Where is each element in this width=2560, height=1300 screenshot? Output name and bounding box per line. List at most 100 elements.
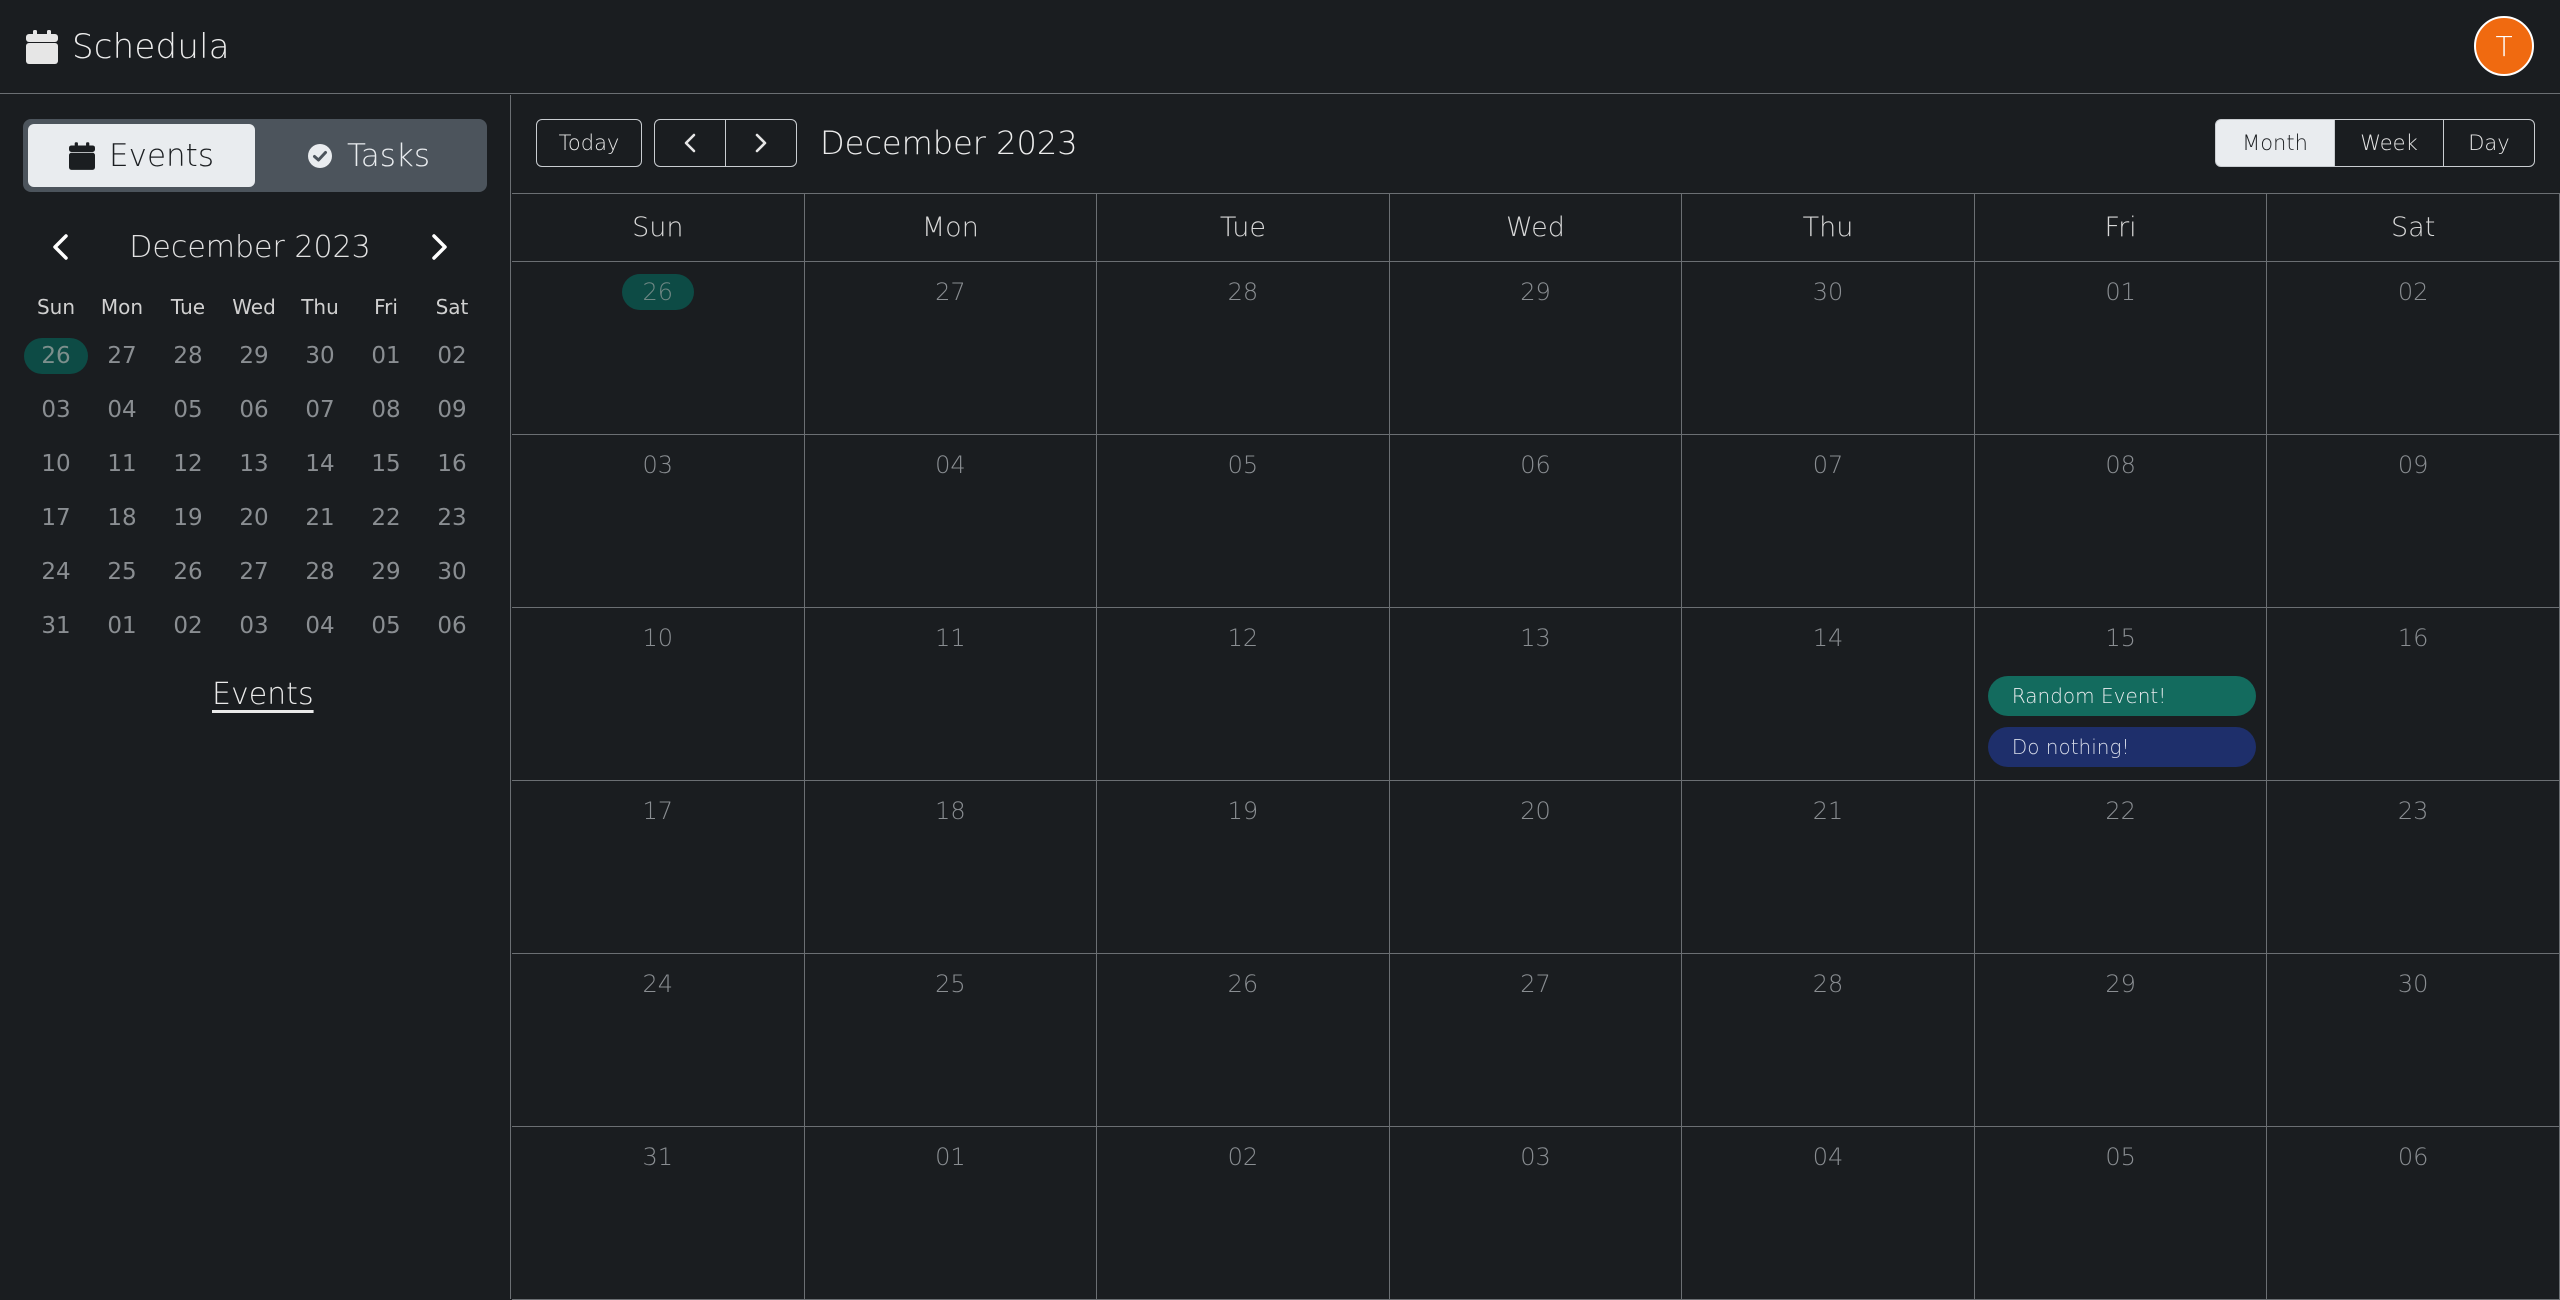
day-cell[interactable]: 06 xyxy=(2267,1127,2560,1299)
mini-day-cell[interactable]: 02 xyxy=(419,329,485,383)
mini-day-cell[interactable]: 23 xyxy=(419,491,485,545)
mini-day-cell[interactable]: 01 xyxy=(89,599,155,653)
mini-day-cell[interactable]: 29 xyxy=(353,545,419,599)
day-cell[interactable]: 15 Random Event! Do nothing! xyxy=(1975,608,2268,780)
mini-day-cell[interactable]: 27 xyxy=(89,329,155,383)
day-cell[interactable]: 27 xyxy=(1390,954,1683,1126)
day-cell[interactable]: 29 xyxy=(1975,954,2268,1126)
day-cell[interactable]: 02 xyxy=(1097,1127,1390,1299)
day-cell[interactable]: 23 xyxy=(2267,781,2560,953)
day-cell[interactable]: 26 xyxy=(512,262,805,434)
mini-day-cell[interactable]: 06 xyxy=(221,383,287,437)
day-cell[interactable]: 30 xyxy=(2267,954,2560,1126)
mini-day-cell[interactable]: 05 xyxy=(353,599,419,653)
mini-day-cell[interactable]: 22 xyxy=(353,491,419,545)
day-cell[interactable]: 03 xyxy=(1390,1127,1683,1299)
day-cell[interactable]: 14 xyxy=(1682,608,1975,780)
day-cell[interactable]: 04 xyxy=(805,435,1098,607)
mini-day-cell[interactable]: 14 xyxy=(287,437,353,491)
day-cell[interactable]: 25 xyxy=(805,954,1098,1126)
day-cell[interactable]: 03 xyxy=(512,435,805,607)
day-cell[interactable]: 07 xyxy=(1682,435,1975,607)
day-cell[interactable]: 04 xyxy=(1682,1127,1975,1299)
day-cell[interactable]: 24 xyxy=(512,954,805,1126)
mini-day-cell[interactable]: 03 xyxy=(23,383,89,437)
mini-day-cell[interactable]: 06 xyxy=(419,599,485,653)
day-cell[interactable]: 13 xyxy=(1390,608,1683,780)
day-cell[interactable]: 29 xyxy=(1390,262,1683,434)
mini-day-cell[interactable]: 02 xyxy=(155,599,221,653)
day-cell[interactable]: 26 xyxy=(1097,954,1390,1126)
mini-day-cell[interactable]: 17 xyxy=(23,491,89,545)
prev-button[interactable] xyxy=(654,119,726,167)
avatar[interactable]: T xyxy=(2474,16,2534,76)
mini-day-cell[interactable]: 28 xyxy=(155,329,221,383)
day-cell[interactable]: 19 xyxy=(1097,781,1390,953)
month-view-button[interactable]: Month xyxy=(2215,119,2335,167)
day-cell[interactable]: 01 xyxy=(805,1127,1098,1299)
mini-day-cell[interactable]: 28 xyxy=(287,545,353,599)
mini-day-cell[interactable]: 19 xyxy=(155,491,221,545)
day-cell[interactable]: 31 xyxy=(512,1127,805,1299)
mini-day-cell[interactable]: 12 xyxy=(155,437,221,491)
mini-prev-month-button[interactable] xyxy=(40,225,80,269)
day-cell[interactable]: 30 xyxy=(1682,262,1975,434)
mini-day-cell[interactable]: 05 xyxy=(155,383,221,437)
day-cell[interactable]: 20 xyxy=(1390,781,1683,953)
day-cell[interactable]: 28 xyxy=(1682,954,1975,1126)
mini-day-cell[interactable]: 09 xyxy=(419,383,485,437)
mini-day-cell[interactable]: 30 xyxy=(419,545,485,599)
mini-next-month-button[interactable] xyxy=(420,225,460,269)
day-number: 02 xyxy=(1227,1143,1259,1171)
day-cell[interactable]: 05 xyxy=(1975,1127,2268,1299)
mini-day-cell[interactable]: 15 xyxy=(353,437,419,491)
mini-day-cell[interactable]: 13 xyxy=(221,437,287,491)
day-cell[interactable]: 27 xyxy=(805,262,1098,434)
mini-day-cell[interactable]: 31 xyxy=(23,599,89,653)
day-cell[interactable]: 12 xyxy=(1097,608,1390,780)
mini-day-cell[interactable]: 21 xyxy=(287,491,353,545)
mini-day-cell[interactable]: 25 xyxy=(89,545,155,599)
week-view-button[interactable]: Week xyxy=(2334,119,2444,167)
mini-day-cell[interactable]: 20 xyxy=(221,491,287,545)
mini-day-cell[interactable]: 10 xyxy=(23,437,89,491)
mini-day-cell[interactable]: 27 xyxy=(221,545,287,599)
event-pill[interactable]: Random Event! xyxy=(1987,676,2256,716)
events-toggle-button[interactable]: Events xyxy=(28,124,255,187)
mini-day-cell[interactable]: 07 xyxy=(287,383,353,437)
day-cell[interactable]: 11 xyxy=(805,608,1098,780)
mini-day-cell[interactable]: 08 xyxy=(353,383,419,437)
mini-day-cell[interactable]: 26 xyxy=(23,329,89,383)
mini-day-cell[interactable]: 03 xyxy=(221,599,287,653)
brand[interactable]: Schedula xyxy=(26,27,230,67)
day-cell[interactable]: 16 xyxy=(2267,608,2560,780)
mini-day-cell[interactable]: 01 xyxy=(353,329,419,383)
event-pill[interactable]: Do nothing! xyxy=(1987,727,2256,767)
mini-day-cell[interactable]: 04 xyxy=(287,599,353,653)
mini-day-cell[interactable]: 04 xyxy=(89,383,155,437)
mini-day-cell[interactable]: 26 xyxy=(155,545,221,599)
mini-day-cell[interactable]: 16 xyxy=(419,437,485,491)
day-cell[interactable]: 05 xyxy=(1097,435,1390,607)
day-cell[interactable]: 21 xyxy=(1682,781,1975,953)
day-cell[interactable]: 09 xyxy=(2267,435,2560,607)
day-cell[interactable]: 22 xyxy=(1975,781,2268,953)
day-cell[interactable]: 02 xyxy=(2267,262,2560,434)
events-link[interactable]: Events xyxy=(212,677,314,712)
day-cell[interactable]: 17 xyxy=(512,781,805,953)
next-button[interactable] xyxy=(725,119,797,167)
mini-day-cell[interactable]: 18 xyxy=(89,491,155,545)
day-view-button[interactable]: Day xyxy=(2443,119,2535,167)
day-cell[interactable]: 18 xyxy=(805,781,1098,953)
mini-day-cell[interactable]: 24 xyxy=(23,545,89,599)
day-cell[interactable]: 28 xyxy=(1097,262,1390,434)
mini-day-cell[interactable]: 11 xyxy=(89,437,155,491)
mini-day-cell[interactable]: 30 xyxy=(287,329,353,383)
today-button[interactable]: Today xyxy=(536,119,642,167)
day-cell[interactable]: 06 xyxy=(1390,435,1683,607)
day-cell[interactable]: 01 xyxy=(1975,262,2268,434)
mini-day-cell[interactable]: 29 xyxy=(221,329,287,383)
day-cell[interactable]: 10 xyxy=(512,608,805,780)
tasks-toggle-button[interactable]: Tasks xyxy=(255,124,482,187)
day-cell[interactable]: 08 xyxy=(1975,435,2268,607)
